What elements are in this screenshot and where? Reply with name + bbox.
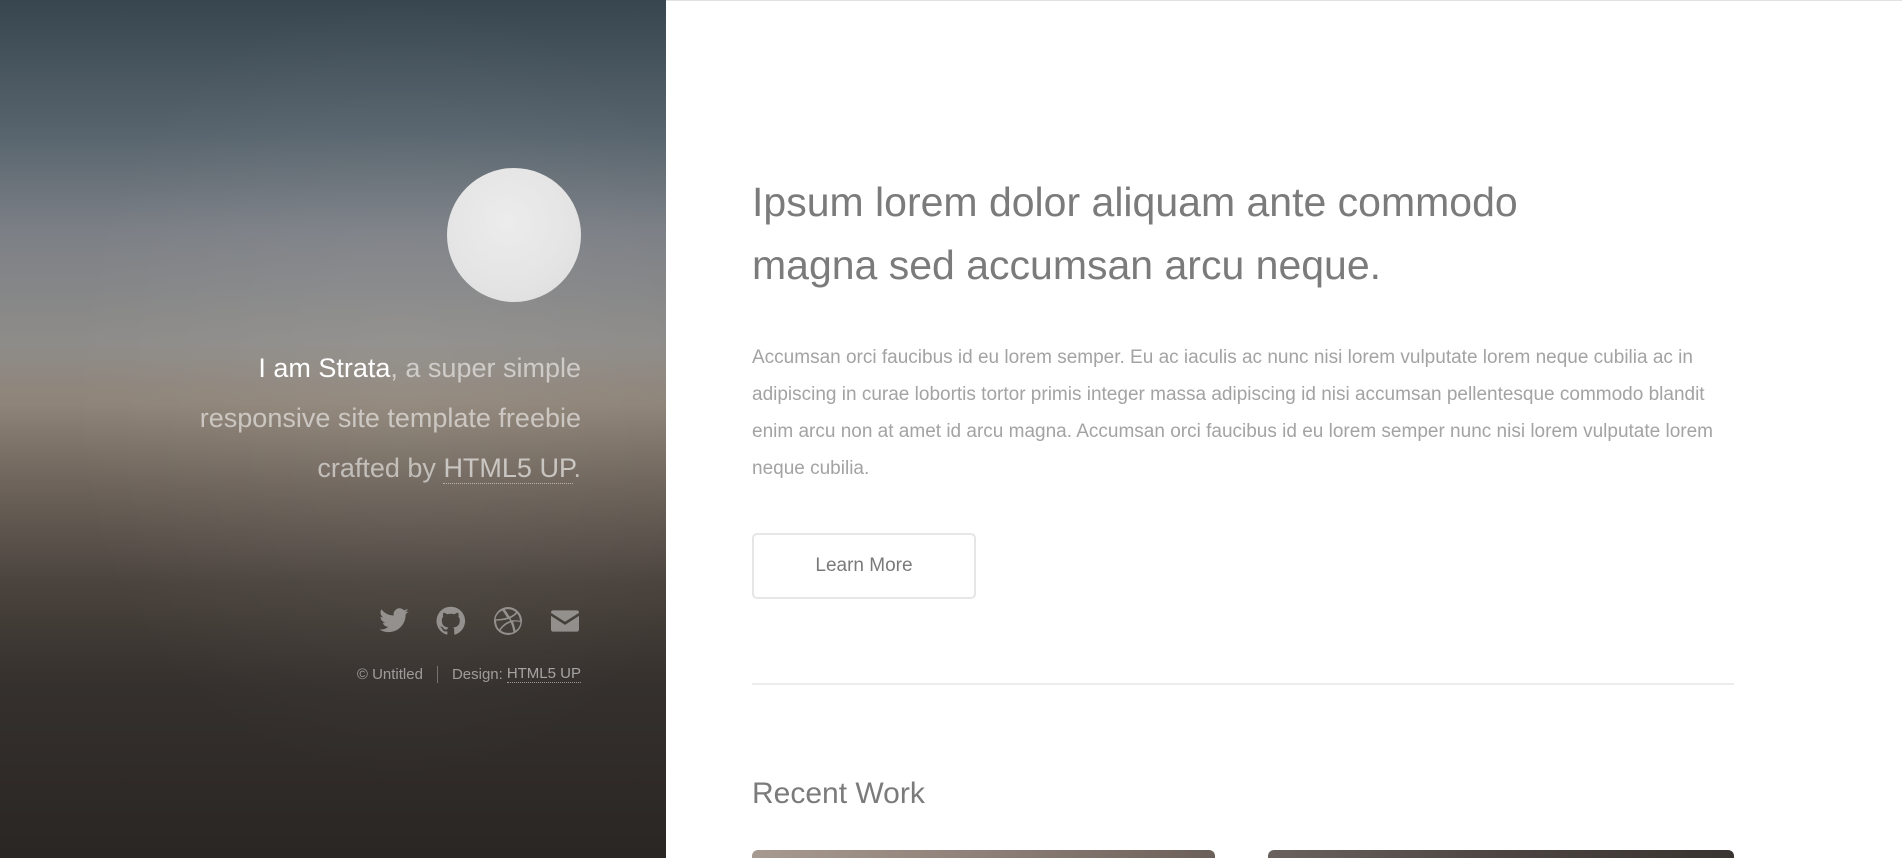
html5up-link[interactable]: HTML5 UP (443, 453, 574, 484)
intro-paragraph: Accumsan orci faucibus id eu lorem sempe… (752, 347, 1714, 479)
main-content: Ipsum lorem dolor aliquam ante commodo m… (666, 0, 1902, 858)
page-headline: Ipsum lorem dolor aliquam ante commodo m… (752, 179, 1518, 288)
intro-text: I am Strata, a super simple responsive s… (161, 343, 581, 493)
github-icon[interactable] (435, 605, 467, 637)
design-credit-link[interactable]: HTML5 UP (506, 665, 581, 683)
sidebar-content: I am Strata, a super simple responsive s… (161, 168, 581, 683)
work-thumbnail-1[interactable] (752, 850, 1215, 858)
envelope-icon[interactable] (549, 605, 581, 637)
twitter-icon[interactable] (378, 605, 410, 637)
social-links (161, 605, 581, 637)
dribbble-icon[interactable] (492, 605, 524, 637)
recent-work-gallery (752, 850, 1734, 858)
intro-name: I am Strata (258, 353, 391, 383)
learn-more-button[interactable]: Learn More (752, 533, 976, 599)
sidebar-header: I am Strata, a super simple responsive s… (0, 0, 666, 858)
page: I am Strata, a super simple responsive s… (0, 0, 1902, 858)
copyright-separator (436, 665, 438, 683)
avatar[interactable] (447, 168, 581, 302)
section-divider (752, 683, 1734, 685)
copyright: © Untitled Design: HTML5 UP (161, 665, 581, 683)
intro-period: . (573, 453, 581, 483)
main-inner: Ipsum lorem dolor aliquam ante commodo m… (752, 171, 1734, 811)
copyright-text: © Untitled (356, 665, 423, 683)
recent-work-title: Recent Work (752, 777, 925, 810)
design-label: Design: (451, 665, 503, 683)
work-thumbnail-2[interactable] (1268, 850, 1734, 858)
